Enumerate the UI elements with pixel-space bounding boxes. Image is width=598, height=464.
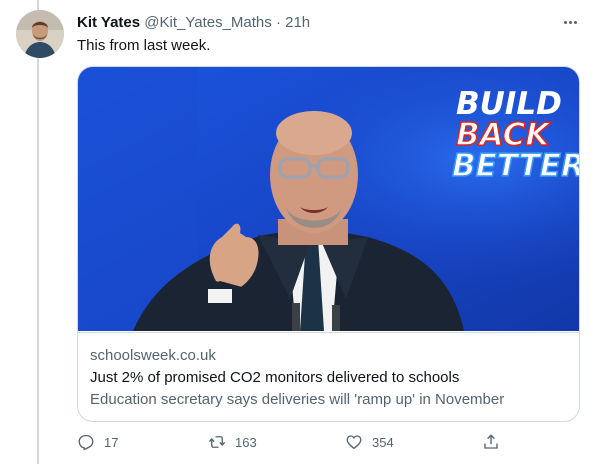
slogan-better: BETTER: [452, 148, 580, 184]
like-icon: [346, 435, 362, 450]
retweet-button[interactable]: 163: [208, 433, 257, 451]
card-description: Education secretary says deliveries will…: [90, 391, 505, 408]
card-title: Just 2% of promised CO2 monitors deliver…: [90, 369, 460, 386]
card-domain: schoolsweek.co.uk: [90, 347, 216, 364]
card-image[interactable]: BUILD BACK BETTER: [78, 67, 580, 331]
share-button[interactable]: [482, 433, 500, 451]
news-photo: BUILD BACK BETTER: [78, 67, 580, 331]
retweet-icon: [208, 436, 226, 448]
meta-separator: ·: [275, 14, 281, 31]
reply-button[interactable]: 17: [77, 433, 118, 451]
tweet-header: Kit Yates @Kit_Yates_Maths · 21h: [77, 13, 310, 33]
like-button[interactable]: 354: [345, 433, 394, 451]
action-bar: 17 163 354: [77, 433, 517, 453]
avatar-image: [16, 10, 64, 58]
like-count: 354: [372, 434, 394, 450]
author-handle[interactable]: @Kit_Yates_Maths: [144, 14, 272, 31]
card-body[interactable]: schoolsweek.co.uk Just 2% of promised CO…: [78, 332, 579, 421]
reply-count: 17: [104, 434, 119, 450]
tweet-timestamp[interactable]: 21h: [285, 14, 310, 31]
tweet-text: This from last week.: [77, 37, 211, 54]
share-icon: [484, 434, 498, 449]
retweet-count: 163: [235, 434, 257, 450]
avatar[interactable]: [16, 10, 64, 58]
reply-icon: [78, 434, 94, 451]
thread-connector-line: [37, 0, 39, 464]
author-name[interactable]: Kit Yates: [77, 14, 140, 31]
more-icon[interactable]: [560, 12, 580, 32]
link-card[interactable]: BUILD BACK BETTER schoolsweek.co.uk Just…: [77, 66, 580, 422]
